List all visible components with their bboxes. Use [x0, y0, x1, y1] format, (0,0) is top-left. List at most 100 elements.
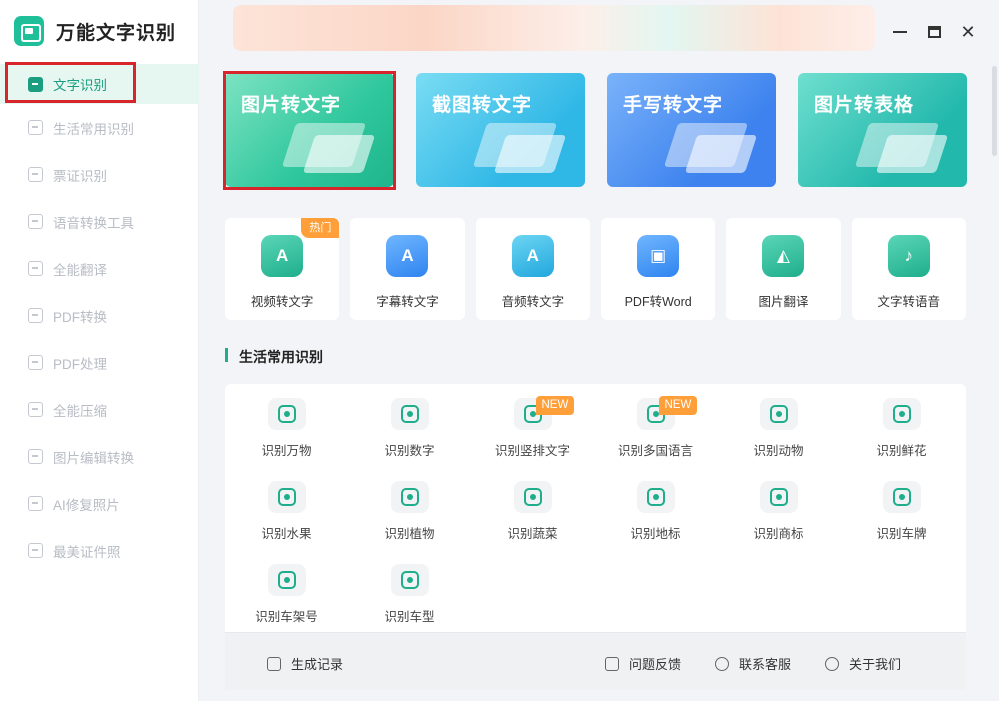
tool-image-translate[interactable]: ◭ 图片翻译: [726, 218, 841, 320]
sidebar-item-compress[interactable]: 全能压缩: [0, 386, 199, 433]
recognize-animals[interactable]: 识别动物: [721, 384, 836, 459]
section-accent-bar: [225, 348, 228, 362]
recognize-fruit[interactable]: 识别水果: [229, 467, 344, 542]
card-screenshot-to-text[interactable]: 截图转文字: [416, 73, 585, 187]
app-name: 万能文字识别: [56, 22, 177, 44]
recognize-multilingual[interactable]: NEW 识别多国语言: [598, 384, 713, 459]
grid-item-label: 识别商标: [753, 527, 804, 541]
crop-icon: [462, 117, 567, 177]
recognize-numbers[interactable]: 识别数字: [352, 384, 467, 459]
sidebar-item-pdf-process[interactable]: PDF处理: [0, 339, 199, 386]
records-label: 生成记录: [291, 657, 344, 672]
number-icon: [390, 398, 429, 430]
card-handwriting-to-text[interactable]: 手写转文字: [607, 73, 776, 187]
pdf-edit-icon: [28, 355, 43, 370]
sidebar-item-label: PDF处理: [53, 356, 107, 372]
grid-item-label: 识别植物: [384, 527, 435, 541]
maximize-icon: [927, 26, 941, 38]
recognize-plants[interactable]: 识别植物: [352, 467, 467, 542]
tool-pdf-to-word[interactable]: ▣ PDF转Word: [600, 218, 716, 320]
sidebar-item-label: 语音转换工具: [53, 215, 134, 231]
sidebar-item-ai-repair[interactable]: AI修复照片: [0, 480, 199, 527]
minimize-icon: [893, 31, 907, 33]
records-button[interactable]: 生成记录: [267, 654, 343, 673]
clipboard-icon: [267, 656, 281, 671]
sidebar-item-label: 生活常用识别: [53, 121, 134, 137]
tool-audio-to-text[interactable]: A 音频转文字: [475, 218, 590, 320]
tool-video-to-text[interactable]: 热门 A 视频转文字: [225, 218, 340, 320]
grid-item-label: 识别万物: [261, 444, 312, 458]
vegetable-icon: [513, 481, 552, 513]
card-title: 截图转文字: [432, 95, 533, 116]
recognize-flowers[interactable]: 识别鲜花: [844, 384, 959, 459]
sidebar-item-translate[interactable]: 全能翻译: [0, 245, 199, 292]
window-controls: ✕: [883, 20, 985, 44]
subtitle-icon: A: [386, 235, 429, 277]
recognize-car-model[interactable]: 识别车型: [352, 550, 467, 625]
tool-subtitle-to-text[interactable]: A 字幕转文字: [350, 218, 465, 320]
app-logo-icon: [14, 16, 44, 46]
recognize-license-plate[interactable]: 识别车牌: [844, 467, 959, 542]
grid-item-label: 识别蔬菜: [507, 527, 558, 541]
support-button[interactable]: 联系客服: [715, 654, 791, 673]
text-recognition-icon: [28, 76, 43, 92]
translate-icon: [28, 261, 43, 276]
pdf-icon: [28, 308, 43, 323]
tool-label: PDF转Word: [624, 295, 692, 309]
about-button[interactable]: 关于我们: [825, 654, 901, 673]
feedback-button[interactable]: 问题反馈: [605, 654, 681, 673]
close-button[interactable]: ✕: [951, 20, 985, 44]
vertical-text-icon: NEW: [513, 396, 575, 430]
sidebar-item-image-edit[interactable]: 图片编辑转换: [0, 433, 199, 480]
maximize-button[interactable]: [917, 20, 951, 44]
tool-text-to-speech[interactable]: ♪ 文字转语音: [851, 218, 966, 320]
sidebar-item-pdf-convert[interactable]: PDF转换: [0, 292, 199, 339]
sidebar-item-voice-tools[interactable]: 语音转换工具: [0, 198, 199, 245]
chat-icon: [715, 656, 729, 671]
card-image-to-text[interactable]: 图片转文字: [225, 73, 394, 187]
sidebar-item-label: 图片编辑转换: [53, 450, 134, 466]
sidebar-item-text-recognition[interactable]: 文字识别: [0, 64, 199, 104]
recognize-anything[interactable]: 识别万物: [229, 384, 344, 459]
sidebar-item-document-recognition[interactable]: 票证识别: [0, 151, 199, 198]
scrollbar[interactable]: [992, 66, 997, 156]
feedback-label: 问题反馈: [629, 657, 682, 672]
recognize-trademarks[interactable]: 识别商标: [721, 467, 836, 542]
card-title: 图片转表格: [814, 95, 915, 116]
new-badge: NEW: [535, 396, 575, 415]
fruit-icon: [267, 481, 306, 513]
handwriting-icon: [653, 117, 758, 177]
grid-item-label: 识别数字: [384, 444, 435, 458]
about-label: 关于我们: [849, 657, 902, 672]
minimize-button[interactable]: [883, 20, 917, 44]
footer-bar: 生成记录 问题反馈 联系客服 关于我们: [225, 632, 966, 690]
id-photo-icon: [28, 543, 43, 558]
speech-icon: ♪: [887, 235, 930, 277]
recognize-landmarks[interactable]: 识别地标: [598, 467, 713, 542]
recognition-panel: 识别万物 识别数字 NEW 识别竖排文字 NEW 识别多国语言 识别动物 识别鲜…: [225, 384, 966, 632]
card-image-to-table[interactable]: 图片转表格: [798, 73, 967, 187]
flower-icon: [882, 398, 921, 430]
sidebar-item-id-photo[interactable]: 最美证件照: [0, 527, 199, 574]
recognize-vertical-text[interactable]: NEW 识别竖排文字: [475, 384, 590, 459]
audio-file-icon: [28, 214, 43, 229]
tool-label: 图片翻译: [758, 295, 809, 309]
recognize-vegetables[interactable]: 识别蔬菜: [475, 467, 590, 542]
truck-icon: [390, 564, 429, 596]
sidebar-item-label: PDF转换: [53, 309, 107, 325]
image-icon: [28, 449, 43, 464]
sidebar-item-label: 最美证件照: [53, 544, 121, 560]
video-icon: A: [261, 235, 304, 277]
tool-label: 视频转文字: [250, 295, 314, 309]
hot-badge: 热门: [301, 218, 340, 238]
sidebar-item-life-recognition[interactable]: 生活常用识别: [0, 104, 199, 151]
landmark-icon: [636, 481, 675, 513]
feedback-icon: [605, 656, 619, 671]
sidebar-item-label: 全能翻译: [53, 262, 107, 278]
grid-item-label: 识别车架号: [255, 610, 318, 624]
image-translate-icon: ◭: [762, 235, 805, 277]
app-header: 万能文字识别: [14, 16, 176, 46]
top-banner[interactable]: [233, 5, 875, 51]
recognize-vin[interactable]: 识别车架号: [229, 550, 344, 625]
car-icon: [882, 481, 921, 513]
